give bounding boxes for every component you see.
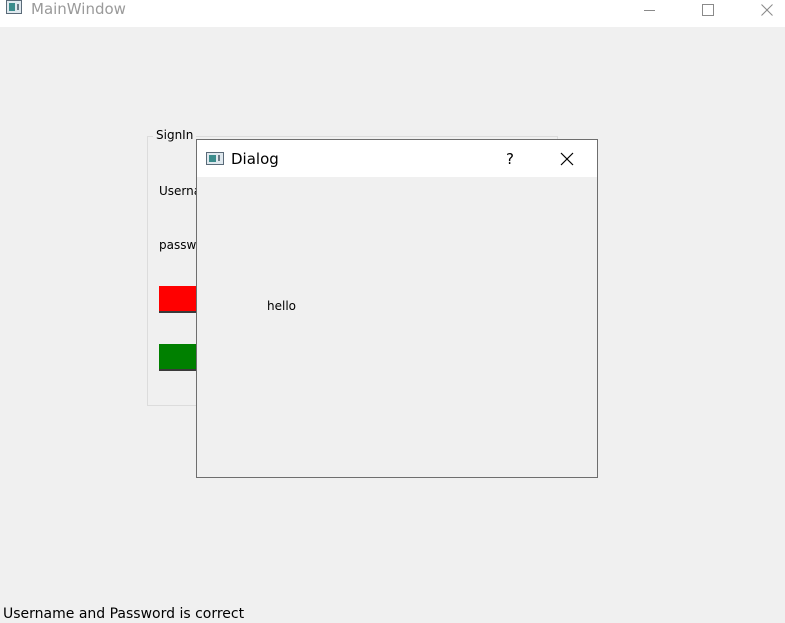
main-window: MainWindow SignIn Userna passw Dialog ? [0, 0, 785, 622]
title-bar[interactable]: MainWindow [0, 0, 785, 27]
status-message: Username and Password is correct [3, 606, 245, 622]
dialog-title-bar[interactable]: Dialog ? [197, 140, 597, 177]
dialog-window-icon [206, 152, 224, 165]
window-title: MainWindow [31, 0, 126, 18]
help-button[interactable]: ? [492, 148, 528, 170]
maximize-icon [702, 4, 714, 16]
dialog-close-button[interactable] [545, 148, 589, 170]
close-button[interactable] [744, 0, 785, 20]
password-label: passw [159, 238, 197, 252]
maximize-button[interactable] [685, 0, 731, 20]
minimize-button[interactable] [627, 0, 673, 20]
dialog-message: hello [267, 299, 296, 313]
close-icon [761, 4, 773, 16]
dialog-title: Dialog [231, 150, 279, 168]
minimize-icon [644, 10, 655, 11]
signin-group-title: SignIn [153, 128, 197, 142]
username-label: Userna [159, 184, 202, 198]
app-window-icon [6, 0, 22, 14]
dialog-window: Dialog ? hello [196, 139, 598, 478]
close-icon [560, 152, 574, 166]
